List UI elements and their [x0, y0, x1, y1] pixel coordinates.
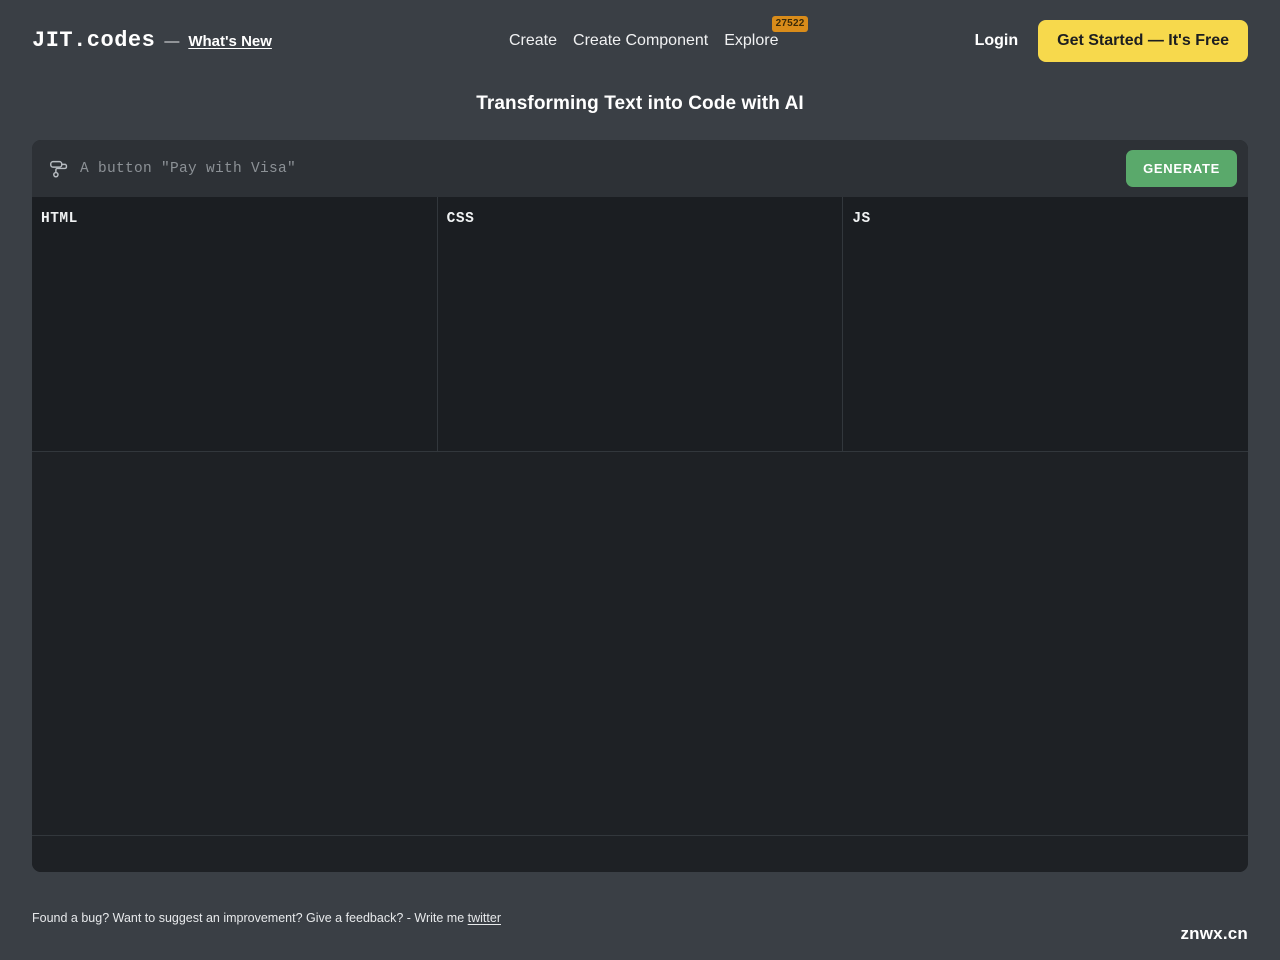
footer-feedback-text: Found a bug? Want to suggest an improvem…: [32, 911, 468, 925]
page-title: Transforming Text into Code with AI: [476, 93, 804, 114]
whats-new-link[interactable]: What's New: [188, 33, 272, 50]
nav-item-explore-wrap: Explore 27522: [724, 15, 809, 50]
explore-count-badge: 27522: [771, 15, 809, 32]
brand-logo[interactable]: JIT.codes: [32, 28, 155, 53]
brand: JIT.codes — What's New: [32, 28, 272, 53]
get-started-button[interactable]: Get Started — It's Free: [1038, 19, 1248, 62]
editor-label-js: JS: [852, 211, 871, 227]
nav-item-explore[interactable]: Explore: [724, 32, 778, 50]
login-link[interactable]: Login: [975, 32, 1019, 50]
editor-pane-html[interactable]: HTML: [32, 197, 437, 451]
generator-card: GENERATE HTML CSS JS: [32, 140, 1248, 872]
editor-pane-js[interactable]: JS: [842, 197, 1248, 451]
paint-roller-icon: [46, 156, 72, 182]
brand-separator: —: [164, 33, 180, 50]
generate-button[interactable]: GENERATE: [1126, 150, 1237, 187]
nav-item-create-wrap: Create: [509, 32, 557, 50]
card-footer-strip: [32, 836, 1248, 872]
watermark: znwx.cn: [1180, 924, 1248, 943]
primary-nav: Create Create Component Explore 27522: [509, 0, 809, 81]
nav-item-create-component[interactable]: Create Component: [573, 32, 708, 50]
nav-item-create-component-wrap: Create Component: [573, 32, 708, 50]
prompt-input[interactable]: [72, 160, 1127, 177]
code-editors: HTML CSS JS: [32, 197, 1248, 452]
footer-twitter-link[interactable]: twitter: [468, 911, 501, 925]
prompt-row: GENERATE: [32, 140, 1248, 197]
editor-label-html: HTML: [41, 211, 78, 227]
editor-pane-css[interactable]: CSS: [436, 197, 843, 451]
editor-label-css: CSS: [446, 211, 475, 227]
footer-feedback: Found a bug? Want to suggest an improvem…: [32, 911, 501, 925]
top-navbar: JIT.codes — What's New Create Create Com…: [0, 0, 1280, 81]
nav-item-create[interactable]: Create: [509, 32, 557, 50]
nav-actions: Login Get Started — It's Free: [975, 0, 1248, 81]
preview-area: [32, 452, 1248, 836]
